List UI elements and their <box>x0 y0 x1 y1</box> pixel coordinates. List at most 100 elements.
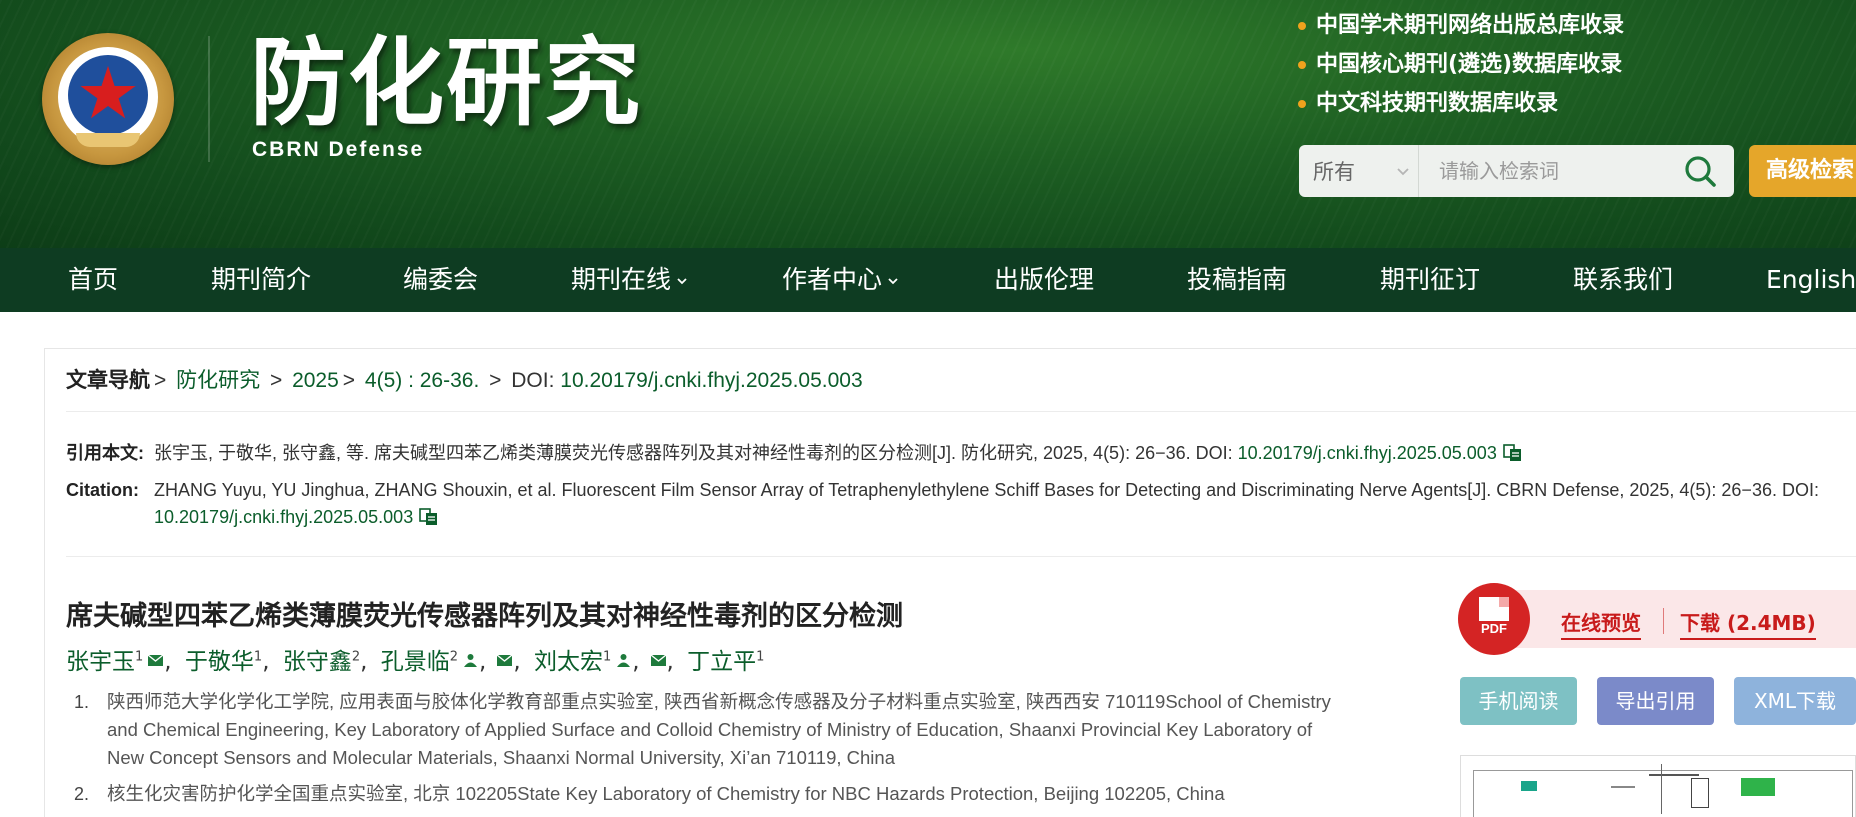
breadcrumb-journal-link[interactable]: 防化研究 <box>176 369 260 392</box>
envelope-icon[interactable] <box>147 653 164 667</box>
nav-item-label: 期刊在线 <box>571 265 672 294</box>
breadcrumb-separator: > <box>154 369 167 392</box>
affiliation-number: 2. <box>74 784 90 804</box>
chevron-down-icon <box>888 278 898 285</box>
search-scope-value: 所有 <box>1313 160 1355 184</box>
bullet-icon <box>1298 99 1306 108</box>
nav-item-journal-online[interactable]: 期刊在线 <box>571 248 689 312</box>
author-separator: , <box>360 649 368 675</box>
nav-item-subscription[interactable]: 期刊征订 <box>1380 248 1480 312</box>
site-header: ★ 防化研究 CBRN Defense 中国学术期刊网络出版总库收录 中国核心期… <box>0 0 1856 248</box>
article-title: 席夫碱型四苯乙烯类薄膜荧光传感器阵列及其对神经性毒剂的区分检测 <box>66 601 903 632</box>
online-preview-link[interactable]: 在线预览 <box>1561 607 1641 640</box>
nav-item-publication-ethics[interactable]: 出版伦理 <box>994 248 1094 312</box>
indexing-item: 中文科技期刊数据库收录 <box>1298 84 1624 123</box>
citation-en-doi-link[interactable]: 10.20179/j.cnki.fhyj.2025.05.003 <box>154 507 413 527</box>
citation-cn-text: 张宇玉, 于敬华, 张守鑫, 等. 席夫碱型四苯乙烯类薄膜荧光传感器阵列及其对神… <box>154 440 1523 467</box>
author-link[interactable]: 丁立平 <box>687 649 756 675</box>
citation-en: Citation: ZHANG Yuyu, YU Jinghua, ZHANG … <box>66 477 1856 533</box>
chevron-down-icon <box>1397 168 1409 176</box>
breadcrumb: 文章导航 > 防化研究 > 2025 > 4(5) : 26-36. > DOI: … <box>66 364 863 394</box>
citation-en-label: Citation: <box>66 480 139 500</box>
nav-item-about[interactable]: 期刊简介 <box>211 248 311 312</box>
journal-emblem-logo[interactable]: ★ <box>42 33 174 165</box>
export-citation-button[interactable]: 导出引用 <box>1597 677 1714 725</box>
pdf-download-link[interactable]: 下载 (2.4MB) <box>1680 607 1816 640</box>
citation-cn-doi-link[interactable]: 10.20179/j.cnki.fhyj.2025.05.003 <box>1238 443 1497 463</box>
breadcrumb-issue-link[interactable]: 4(5) : 26-36. <box>365 369 479 392</box>
author-list: 张宇玉1, 于敬华1, 张守鑫2, 孔景临2,, 刘太宏1,, 丁立平1 <box>66 642 764 676</box>
bullet-icon <box>1298 21 1306 30</box>
nav-item-submission-guide[interactable]: 投稿指南 <box>1187 248 1287 312</box>
main-nav: 首页 期刊简介 编委会 期刊在线 作者中心 出版伦理 投稿指南 期刊征订 联系我… <box>0 248 1856 312</box>
author-link[interactable]: 于敬华 <box>185 649 254 675</box>
thumbnail-frame <box>1473 770 1853 817</box>
citation-en-text: ZHANG Yuyu, YU Jinghua, ZHANG Shouxin, e… <box>154 477 1856 531</box>
copy-icon[interactable] <box>1503 444 1523 462</box>
site-title[interactable]: 防化研究 <box>250 28 642 138</box>
bullet-icon <box>1298 60 1306 69</box>
author-link[interactable]: 孔景临 <box>381 649 450 675</box>
thumbnail-shape <box>1611 786 1635 788</box>
breadcrumb-label: 文章导航 <box>66 369 150 392</box>
affiliation-text: 核生化灾害防护化学全国重点实验室, 北京 102205State Key Lab… <box>107 783 1225 804</box>
pdf-icon[interactable]: PDF <box>1458 583 1530 655</box>
nav-item-label: 期刊征订 <box>1380 265 1481 294</box>
thumbnail-shape <box>1691 778 1709 808</box>
search-icon[interactable] <box>1681 153 1721 189</box>
nav-item-editorial-board[interactable]: 编委会 <box>403 248 478 312</box>
site-subtitle: CBRN Defense <box>252 138 425 161</box>
author-separator: , <box>666 649 674 675</box>
citation-cn-label: 引用本文: <box>66 443 144 463</box>
envelope-icon[interactable] <box>496 653 513 667</box>
indexing-item: 中国学术期刊网络出版总库收录 <box>1298 6 1624 45</box>
nav-item-home[interactable]: 首页 <box>68 248 118 312</box>
breadcrumb-doi-label: DOI: <box>511 369 555 392</box>
nav-item-label: 投稿指南 <box>1187 265 1288 294</box>
author-link[interactable]: 刘太宏 <box>534 649 603 675</box>
breadcrumb-separator: > <box>264 369 283 392</box>
author-link[interactable]: 张宇玉 <box>66 649 135 675</box>
nav-item-label: 出版伦理 <box>994 265 1095 294</box>
nav-item-contact[interactable]: 联系我们 <box>1573 248 1673 312</box>
divider <box>66 411 1856 412</box>
mobile-read-button[interactable]: 手机阅读 <box>1460 677 1577 725</box>
envelope-icon[interactable] <box>650 653 667 667</box>
nav-item-label: English <box>1766 265 1856 294</box>
author-separator: , <box>632 649 640 675</box>
pdf-badge-label: PDF <box>1474 621 1514 637</box>
indexing-item-label: 中国学术期刊网络出版总库收录 <box>1316 12 1625 38</box>
copy-icon[interactable] <box>419 508 439 526</box>
person-icon[interactable] <box>462 653 479 667</box>
indexing-list: 中国学术期刊网络出版总库收录 中国核心期刊(遴选)数据库收录 中文科技期刊数据库… <box>1298 6 1624 123</box>
affiliation-number: 1. <box>74 692 90 712</box>
thumbnail-shape <box>1741 778 1775 796</box>
citation-cn-body: 张宇玉, 于敬华, 张守鑫, 等. 席夫碱型四苯乙烯类薄膜荧光传感器阵列及其对神… <box>154 443 1238 463</box>
nav-item-label: 首页 <box>68 265 119 294</box>
author-separator: , <box>164 649 172 675</box>
star-icon: ★ <box>75 51 141 135</box>
breadcrumb-separator: > <box>342 369 356 392</box>
citation-cn: 引用本文: 张宇玉, 于敬华, 张守鑫, 等. 席夫碱型四苯乙烯类薄膜荧光传感器… <box>66 440 1856 468</box>
author-separator: , <box>262 649 270 675</box>
emblem-ribbon <box>76 133 140 147</box>
author-link[interactable]: 张守鑫 <box>283 649 352 675</box>
graphical-abstract-thumbnail[interactable] <box>1460 755 1856 817</box>
xml-download-button[interactable]: XML下载 <box>1734 677 1856 725</box>
search-scope-select[interactable]: 所有 <box>1299 145 1419 197</box>
chevron-down-icon <box>677 278 687 285</box>
divider <box>1663 608 1664 634</box>
breadcrumb-year-link[interactable]: 2025 <box>292 369 339 392</box>
advanced-search-button[interactable]: 高级检索 <box>1749 145 1856 197</box>
citation-en-body: ZHANG Yuyu, YU Jinghua, ZHANG Shouxin, e… <box>154 480 1819 500</box>
nav-item-label: 编委会 <box>403 265 479 294</box>
search-input[interactable] <box>1439 155 1669 187</box>
person-icon[interactable] <box>615 653 632 667</box>
breadcrumb-doi-link[interactable]: 10.20179/j.cnki.fhyj.2025.05.003 <box>560 369 862 392</box>
nav-item-english[interactable]: English <box>1766 248 1856 312</box>
author-affiliation-number: 1 <box>756 649 765 665</box>
thumbnail-shape <box>1649 774 1699 776</box>
thumbnail-shape <box>1661 764 1662 814</box>
nav-item-author-center[interactable]: 作者中心 <box>782 248 900 312</box>
indexing-item-label: 中国核心期刊(遴选)数据库收录 <box>1316 51 1623 77</box>
